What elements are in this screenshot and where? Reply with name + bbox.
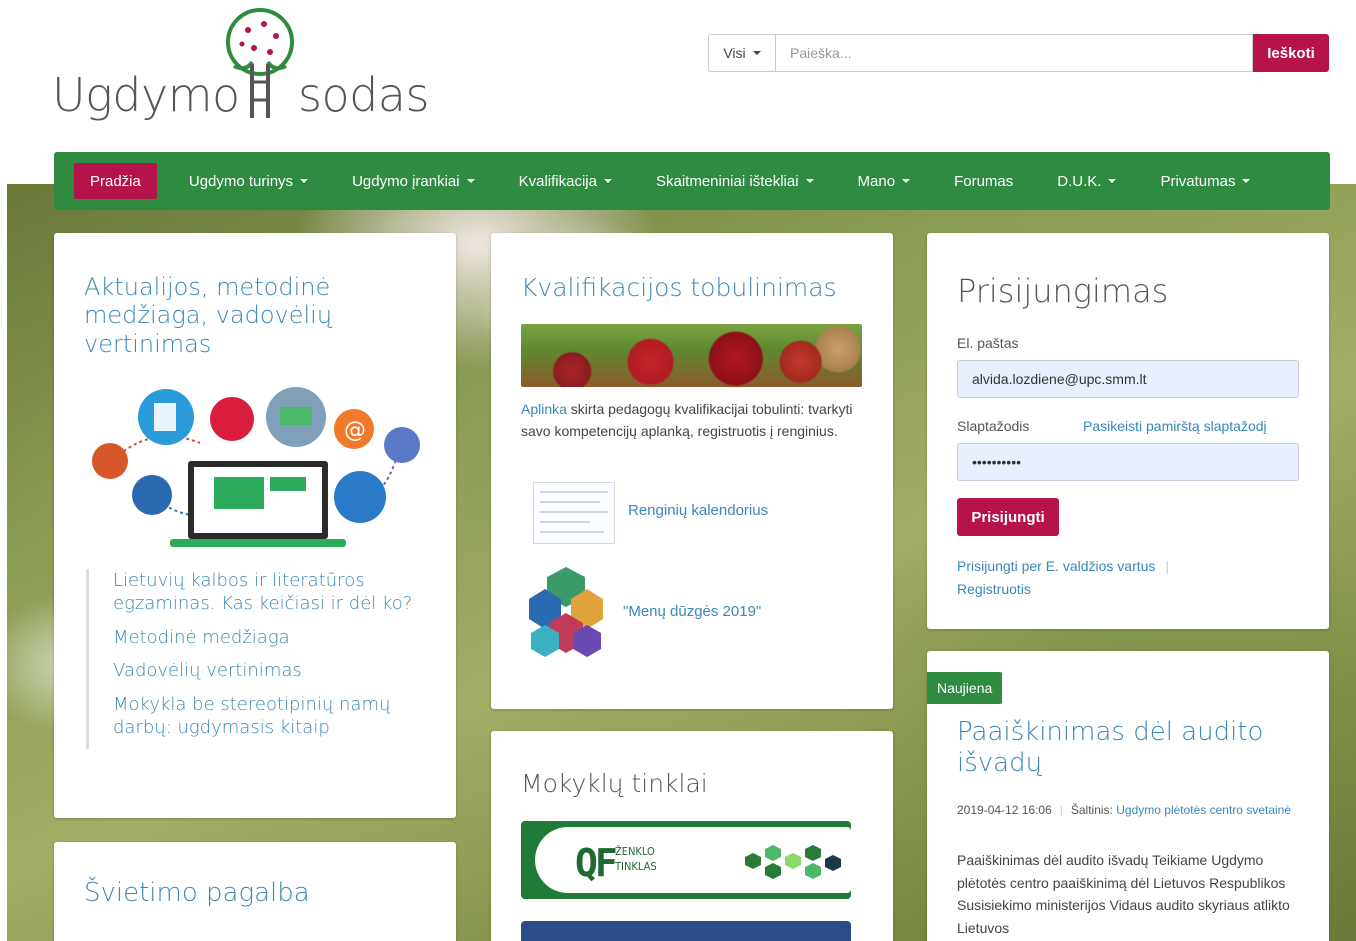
search-scope-dropdown[interactable]: Visi	[708, 34, 776, 72]
svg-text:@: @	[344, 418, 366, 443]
qf-subtitle-line: ŽENKLO	[615, 845, 655, 858]
main-nav: Pradžia Ugdymo turinys Ugdymo įrankiai K…	[54, 152, 1330, 210]
news-meta: 2019-04-12 16:06 | Šaltinis: Ugdymo plėtot…	[957, 801, 1317, 820]
qf-zenklo-tinklas-banner[interactable]: QF ŽENKLO TINKLAS	[521, 821, 851, 899]
nav-item-label: Pradžia	[90, 172, 141, 190]
hexagon-network-icon	[745, 845, 841, 879]
password-field[interactable]	[957, 443, 1299, 481]
register-link[interactable]: Registruotis	[957, 581, 1031, 597]
search-bar: Visi Ieškoti	[708, 34, 1329, 72]
chevron-down-icon	[752, 51, 761, 55]
digital-devices-illustration: @	[92, 387, 420, 547]
network-banner-2[interactable]	[521, 921, 851, 941]
caret-down-icon	[300, 179, 309, 183]
nav-item-label: Kvalifikacija	[518, 172, 597, 190]
caret-down-icon	[1242, 179, 1251, 183]
calendar-thumbnail[interactable]	[533, 482, 615, 544]
news-source-link[interactable]: Ugdymo plėtotės centro svetainė	[1116, 803, 1291, 817]
aplinka-link[interactable]: Aplinka	[521, 401, 567, 417]
kvalifikacija-panel: Kvalifikacijos tobulinimas Aplinka skirt…	[491, 233, 893, 709]
caret-down-icon	[805, 179, 814, 183]
link-lietuviu-egzaminas[interactable]: Lietuvių kalbos ir literatūros egzaminas…	[113, 569, 426, 616]
caret-down-icon	[603, 179, 612, 183]
logo-text-left: Ugdymo	[52, 68, 240, 122]
qf-letters: QF	[575, 841, 618, 885]
kvalifikacija-intro: Aplinka skirta pedagogų kvalifikacijai t…	[521, 398, 871, 443]
nav-item-mano[interactable]: Mano	[846, 163, 923, 199]
alt-login-links: Prisijungti per E. valdžios vartus | Regi…	[957, 555, 1317, 601]
news-source-label: Šaltinis:	[1070, 803, 1113, 817]
nav-item-label: Forumas	[954, 172, 1014, 190]
news-badge: Naujiena	[927, 672, 1003, 704]
qf-subtitle-line: TINKLAS	[615, 859, 657, 873]
nav-item-privatumas[interactable]: Privatumas	[1148, 163, 1262, 199]
forgot-password-link[interactable]: Pasikeisti pamirštą slaptažodį	[1083, 418, 1267, 434]
tree-ladder-icon	[226, 8, 294, 118]
site-header: Ugdymo sodas Visi Ieškoti	[0, 0, 1356, 152]
link-metodine-medziaga[interactable]: Metodinė medžiaga	[113, 626, 426, 649]
site-logo[interactable]: Ugdymo sodas	[52, 8, 432, 126]
renginiu-kalendorius-link[interactable]: Renginių kalendorius	[628, 502, 768, 519]
search-button[interactable]: Ieškoti	[1253, 34, 1329, 72]
search-input[interactable]	[776, 34, 1253, 72]
login-title: Prisijungimas	[957, 272, 1169, 310]
intro-text: skirta pedagogų kvalifikacijai tobulinti…	[521, 401, 853, 440]
search-scope-label: Visi	[723, 45, 746, 61]
panel-title[interactable]: Švietimo pagalba	[84, 878, 310, 909]
link-vadoveliu-vertinimas[interactable]: Vadovėlių vertinimas	[113, 659, 426, 682]
logo-text-right: sodas	[298, 68, 429, 122]
panel-title[interactable]: Kvalifikacijos tobulinimas	[521, 273, 837, 303]
nav-item-forumas[interactable]: Forumas	[942, 163, 1025, 199]
login-panel: Prisijungimas El. paštas Slaptažodis Pas…	[927, 233, 1329, 629]
qf-banner-inner: QF ŽENKLO TINKLAS	[535, 827, 851, 893]
menu-duzges-logo[interactable]	[525, 563, 607, 667]
caret-down-icon	[902, 179, 911, 183]
link-mokykla-be-stereotipiniu[interactable]: Mokykla be stereotipinių namų darbų: ugd…	[113, 693, 426, 740]
news-date: 2019-04-12 16:06	[957, 803, 1052, 817]
nav-item-kvalifikacija[interactable]: Kvalifikacija	[507, 163, 624, 199]
panel-title: Mokyklų tinklai	[521, 769, 708, 798]
news-body: Paaiškinimas dėl audito išvadų Teikiame …	[957, 852, 1290, 937]
apples-image	[521, 324, 862, 387]
nav-item-label: Ugdymo įrankiai	[352, 172, 460, 190]
nav-item-skaitmeniniai[interactable]: Skaitmeniniai ištekliai	[644, 163, 826, 199]
news-title[interactable]: Paaiškinimas dėl audito išvadų	[957, 717, 1297, 778]
nav-item-label: Mano	[857, 172, 896, 190]
aktualijos-links: Lietuvių kalbos ir literatūros egzaminas…	[86, 569, 426, 750]
nav-item-label: D.U.K.	[1057, 172, 1102, 190]
email-label: El. paštas	[957, 335, 1019, 351]
svietimo-pagalba-panel: Švietimo pagalba	[54, 842, 456, 941]
mokyklu-tinklai-panel: Mokyklų tinklai QF ŽENKLO TINKLAS	[491, 731, 893, 941]
qf-subtitle: ŽENKLO TINKLAS	[615, 845, 657, 875]
caret-down-icon	[1108, 179, 1117, 183]
nav-item-label: Privatumas	[1160, 172, 1236, 190]
login-button[interactable]: Prisijungti	[957, 498, 1059, 536]
aktualijos-panel: Aktualijos, metodinė medžiaga, vadovėlių…	[54, 233, 456, 818]
password-label: Slaptažodis	[957, 418, 1030, 434]
news-panel: Naujiena Paaiškinimas dėl audito išvadų …	[927, 651, 1329, 941]
nav-item-pradzia[interactable]: Pradžia	[74, 163, 157, 199]
email-field[interactable]	[957, 360, 1299, 398]
nav-item-ugdymo-turinys[interactable]: Ugdymo turinys	[177, 163, 320, 199]
nav-item-duk[interactable]: D.U.K.	[1045, 163, 1128, 199]
nav-item-label: Skaitmeniniai ištekliai	[655, 172, 799, 190]
link-separator: |	[1165, 558, 1170, 574]
caret-down-icon	[466, 179, 475, 183]
nav-item-ugdymo-irankiai[interactable]: Ugdymo įrankiai	[340, 163, 487, 199]
nav-item-label: Ugdymo turinys	[188, 172, 294, 190]
meta-separator: |	[1059, 803, 1063, 817]
menu-duzges-link[interactable]: "Menų dūzgės 2019"	[623, 603, 761, 620]
panel-title[interactable]: Aktualijos, metodinė medžiaga, vadovėlių…	[84, 273, 414, 358]
evaldzia-login-link[interactable]: Prisijungti per E. valdžios vartus	[957, 558, 1155, 574]
